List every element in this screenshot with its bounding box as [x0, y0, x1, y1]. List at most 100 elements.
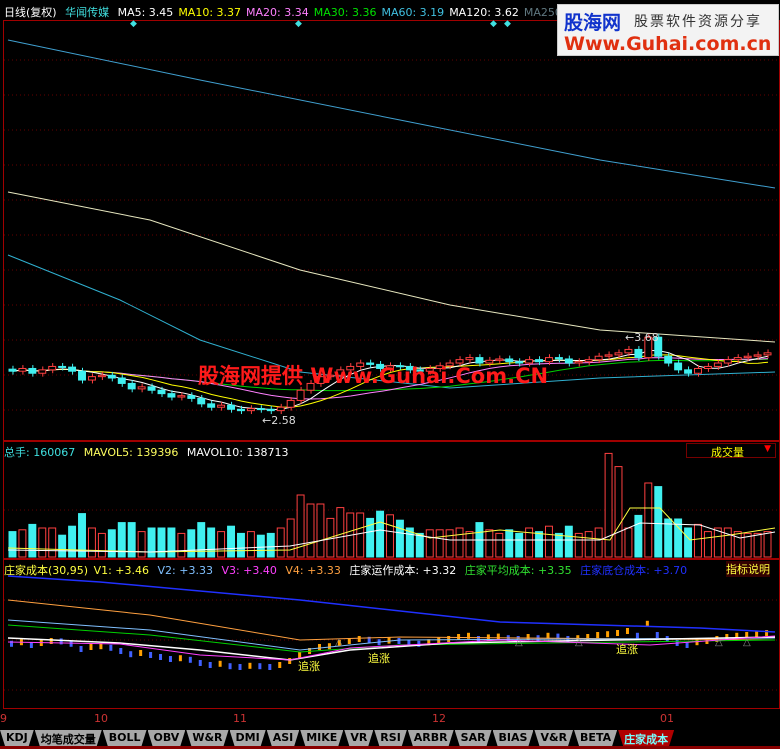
x-tick: 01: [660, 712, 674, 725]
cost-candle: [238, 664, 242, 670]
candle: [87, 376, 96, 381]
x-tick: 9: [0, 712, 7, 725]
diamond-marker: ◆: [504, 19, 511, 29]
volume-bar: [763, 531, 772, 558]
candle: [256, 408, 265, 411]
candle: [207, 403, 216, 408]
volume-bar: [564, 525, 573, 558]
volume-bar: [485, 529, 494, 558]
candle: [246, 408, 255, 412]
tab-7[interactable]: MIKE: [300, 730, 343, 746]
volume-bar: [187, 529, 196, 558]
candle: [594, 355, 603, 361]
cost-candle: [288, 658, 292, 664]
volume-bar: [306, 503, 315, 558]
volume-bar: [723, 527, 732, 558]
logo-slogan: 股票软件资源分享: [634, 14, 762, 30]
cost-candle: [79, 646, 83, 652]
period-label[interactable]: 日线(复权): [4, 6, 57, 19]
tab-11[interactable]: SAR: [455, 730, 492, 746]
volume-bar: [58, 534, 67, 558]
volume-bar: [455, 527, 464, 558]
cost-candle: [139, 650, 143, 656]
tab-5[interactable]: DMI: [230, 730, 266, 746]
volume-bar: [445, 529, 454, 558]
tab-12[interactable]: BIAS: [493, 730, 534, 746]
tab-3[interactable]: OBV: [148, 730, 186, 746]
tab-2[interactable]: BOLL: [103, 730, 147, 746]
candle: [634, 348, 643, 359]
candle: [28, 367, 37, 374]
volume-bar: [68, 525, 77, 558]
cost-candle: [198, 660, 202, 666]
candle: [97, 374, 106, 378]
tab-14[interactable]: BETA: [574, 730, 617, 746]
tab-6[interactable]: ASI: [267, 730, 300, 746]
volume-bar: [8, 531, 17, 558]
cost-candle: [149, 652, 153, 658]
tab-10[interactable]: ARBR: [408, 730, 454, 746]
volume-bar: [694, 523, 702, 558]
v4-line: [7, 599, 776, 641]
cost-candle: [357, 636, 361, 642]
ma250-line: [7, 39, 776, 189]
volume-bar: [217, 531, 226, 558]
triangle-marker: △: [335, 637, 343, 648]
tab-4[interactable]: W&R: [186, 730, 228, 746]
tab-13[interactable]: V&R: [534, 730, 573, 746]
v2: V2: +3.33: [157, 564, 213, 577]
ma-label: MA30: 3.36: [313, 6, 377, 19]
candle: [584, 359, 593, 363]
base-cost-line: [7, 575, 776, 633]
volume-bar: [167, 527, 176, 558]
candle: [266, 408, 275, 412]
low-label: ←2.58: [262, 414, 296, 427]
volume-bar: [237, 532, 245, 558]
candle: [276, 406, 285, 412]
candle: [296, 389, 305, 401]
volume-bar: [87, 527, 96, 558]
indicator-selector[interactable]: 成交量 ▼: [686, 443, 776, 459]
candle: [8, 368, 17, 372]
cost-candle: [616, 630, 620, 636]
candle: [723, 359, 732, 364]
cost-candle: [109, 644, 113, 651]
tab-1[interactable]: 均笔成交量: [35, 730, 102, 746]
mavol10: MAVOL10: 138713: [186, 446, 289, 459]
cost-candle: [278, 662, 282, 668]
volume-bar: [137, 531, 146, 558]
tab-8[interactable]: VR: [344, 730, 373, 746]
tab-9[interactable]: RSI: [374, 730, 407, 746]
candle: [58, 365, 67, 368]
tab-15[interactable]: 庄家成本: [618, 730, 674, 746]
volume-bar: [664, 518, 673, 558]
candle: [237, 408, 245, 412]
volume-bar: [515, 532, 524, 558]
candle: [664, 355, 673, 364]
volume-bar: [286, 518, 295, 558]
average-cost: 庄家平均成本: +3.35: [464, 564, 572, 577]
indicator-name: 庄家成本(30,95): [4, 564, 89, 577]
base-cost: 庄家底仓成本: +3.70: [580, 564, 688, 577]
v4: V4: +3.33: [285, 564, 341, 577]
volume-bar: [644, 482, 653, 558]
ma-label: MA60: 3.19: [381, 6, 445, 19]
mavol5: MAVOL5: 139396: [83, 446, 179, 459]
indicator-help-button[interactable]: 指标说明: [726, 561, 770, 577]
volume-bar: [386, 514, 394, 558]
volume-bar: [266, 532, 275, 558]
candle: [713, 362, 722, 367]
candle: [753, 354, 762, 357]
v3: V3: +3.40: [221, 564, 277, 577]
candle: [38, 369, 47, 374]
tab-0[interactable]: KDJ: [0, 730, 34, 746]
volume-bar: [713, 527, 722, 558]
triangle-marker: △: [743, 637, 751, 648]
cost-candle: [208, 662, 212, 668]
cost-candle: [159, 654, 163, 660]
candle: [117, 377, 126, 384]
cost-candle: [59, 638, 63, 645]
signal-label: 追涨: [368, 651, 390, 665]
volume-bar: [336, 507, 345, 558]
stock-name: 华闻传媒: [65, 6, 110, 19]
